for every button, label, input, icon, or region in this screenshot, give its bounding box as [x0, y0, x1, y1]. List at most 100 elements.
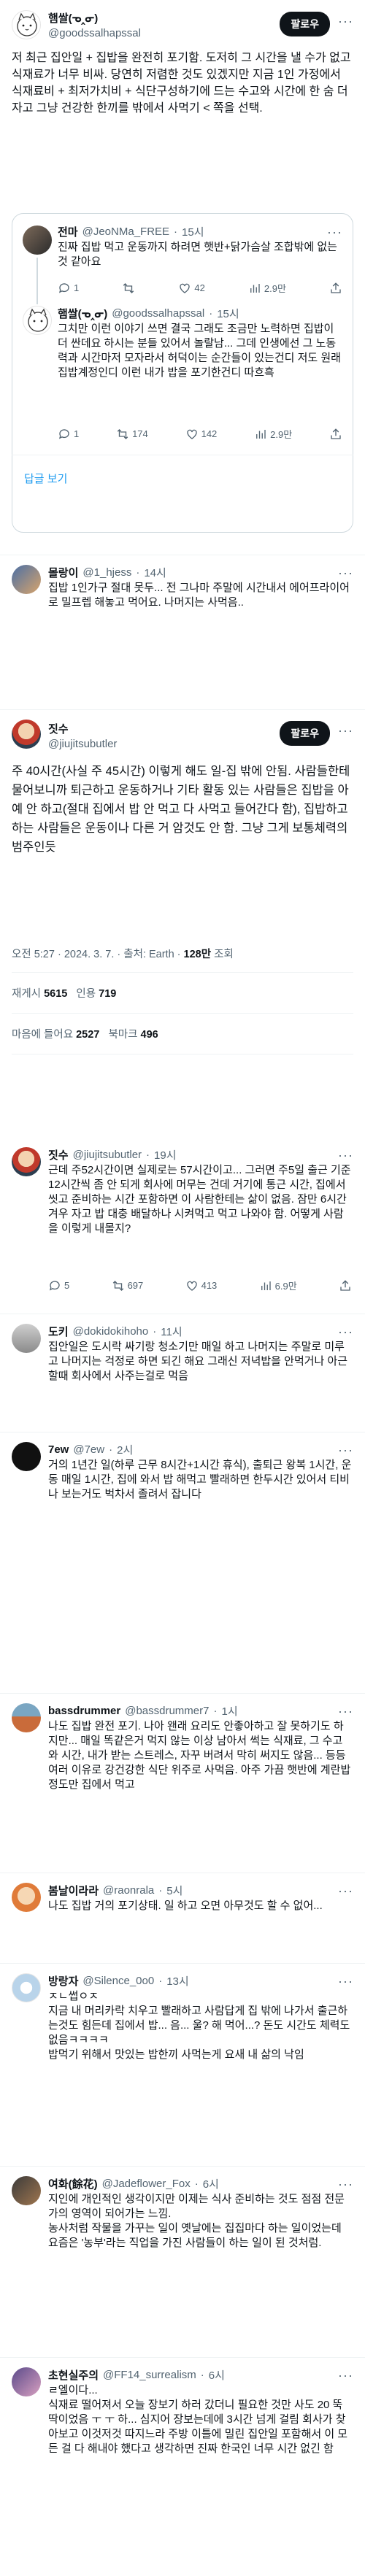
author-handle[interactable]: @FF14_surrealism: [103, 2369, 196, 2381]
author-name[interactable]: 짓수: [48, 721, 117, 736]
author-name[interactable]: 초현실주의: [48, 2367, 99, 2383]
timestamp[interactable]: 15시: [217, 306, 239, 321]
show-replies-link[interactable]: 답글 보기: [24, 471, 67, 486]
share-button[interactable]: [329, 427, 342, 441]
like-count[interactable]: 2527: [76, 1029, 99, 1041]
share-button[interactable]: [329, 281, 342, 295]
avatar[interactable]: [12, 2176, 41, 2205]
bookmark-count[interactable]: 496: [141, 1029, 158, 1041]
timestamp[interactable]: 13시: [166, 1973, 189, 1989]
repost-button[interactable]: [122, 281, 135, 295]
more-options-icon[interactable]: ···: [338, 566, 353, 579]
avatar[interactable]: [12, 720, 41, 749]
reply-tweet[interactable]: 여화(餘花) @Jadeflower_Fox · 6시 ··· 지인에 개인적인…: [0, 2167, 365, 2357]
quote-count[interactable]: 719: [99, 988, 116, 1000]
more-options-icon[interactable]: ···: [338, 15, 353, 28]
author-name[interactable]: 햄쌀(ᓀ‸ᓂ): [48, 10, 141, 26]
timestamp[interactable]: 2시: [117, 1442, 133, 1457]
like-button[interactable]: 142: [185, 427, 218, 441]
avatar[interactable]: [12, 1703, 41, 1732]
author-name[interactable]: 여화(餘花): [48, 2176, 98, 2191]
repost-button[interactable]: 174: [116, 427, 148, 441]
author-handle[interactable]: @jiujitsubutler: [48, 738, 117, 750]
timestamp[interactable]: 5시: [166, 1883, 182, 1898]
heart-icon: [186, 1281, 197, 1291]
more-options-icon[interactable]: ···: [338, 1443, 353, 1457]
author-handle[interactable]: @bassdrummer7: [125, 1705, 209, 1717]
author-handle[interactable]: @Silence_0o0: [82, 1975, 154, 1987]
more-options-icon[interactable]: ···: [338, 2369, 353, 2382]
repost-button[interactable]: 697: [112, 1279, 143, 1292]
avatar[interactable]: [12, 1973, 41, 2002]
timestamp[interactable]: 19시: [154, 1147, 177, 1162]
avatar[interactable]: [12, 10, 41, 39]
reply-tweet[interactable]: 7ew @7ew · 2시 ··· 거의 1년간 일(하루 근무 8시간+1시간…: [0, 1433, 365, 1550]
reply-button[interactable]: 1: [58, 281, 79, 295]
engagement-row-2: 마음에 들어요 2527 북마크 496: [12, 1026, 158, 1041]
reply-tweet[interactable]: 몰랑이 @1_hjess · 14시 ··· 집밥 1인가구 절대 못두... …: [0, 556, 365, 651]
author-name[interactable]: 봄날이라라: [48, 1883, 99, 1898]
timestamp[interactable]: 14시: [144, 565, 166, 580]
views-button[interactable]: 2.9만: [248, 281, 286, 295]
more-options-icon[interactable]: ···: [338, 1884, 353, 1897]
timestamp[interactable]: 11시: [161, 1324, 182, 1339]
like-button[interactable]: 42: [178, 281, 205, 295]
avatar[interactable]: [12, 1147, 41, 1176]
author-name[interactable]: 방랑자: [48, 1973, 78, 1989]
avatar[interactable]: [12, 1883, 41, 1912]
author-name[interactable]: 몰랑이: [48, 565, 78, 580]
timestamp[interactable]: 6시: [209, 2367, 225, 2383]
more-options-icon[interactable]: ···: [338, 1325, 353, 1338]
timestamp[interactable]: 1시: [221, 1703, 237, 1719]
author-handle[interactable]: @goodssalhapssal: [48, 27, 141, 39]
reply-tweet[interactable]: 봄날이라라 @raonrala · 5시 ··· 나도 집밥 거의 포기상태. …: [0, 1874, 365, 1962]
author-name[interactable]: 도키: [48, 1324, 69, 1339]
timestamp[interactable]: 6시: [203, 2176, 219, 2191]
like-button[interactable]: 413: [185, 1279, 217, 1292]
quote-text: 그치만 이런 이야기 쓰면 결국 그래도 조금만 노력하면 집밥이 더 싼데요 …: [58, 323, 345, 379]
reply-tweet[interactable]: 짓수 @jiujitsubutler · 19시 ··· 근데 주52시간이면 …: [0, 1138, 365, 1299]
follow-button[interactable]: 팔로우: [280, 12, 330, 36]
reply-tweet[interactable]: 도키 @dokidokihoho · 11시 ··· 집안일은 도시락 싸기랑 …: [0, 1315, 365, 1432]
quoted-thread-card[interactable]: 전마 @JeoNMa_FREE · 15시 ··· 진짜 집밥 먹고 운동까지 …: [12, 213, 353, 533]
timestamp[interactable]: 15시: [182, 224, 204, 239]
author-handle[interactable]: @dokidokihoho: [73, 1325, 149, 1338]
views-button[interactable]: 2.9만: [254, 427, 292, 441]
avatar[interactable]: [12, 1324, 41, 1353]
more-options-icon[interactable]: ···: [338, 1975, 353, 1988]
reply-button[interactable]: 5: [48, 1279, 69, 1292]
author-handle[interactable]: @goodssalhapssal: [112, 307, 204, 320]
repost-count[interactable]: 5615: [44, 988, 67, 1000]
share-button[interactable]: [339, 1279, 352, 1292]
author-handle[interactable]: @raonrala: [103, 1884, 154, 1897]
author-handle[interactable]: @JeoNMa_FREE: [82, 225, 169, 238]
like-count: 142: [201, 428, 218, 439]
more-options-icon[interactable]: ···: [338, 724, 353, 737]
author-name[interactable]: 짓수: [48, 1147, 69, 1162]
reply-button[interactable]: 1: [58, 427, 79, 441]
reply-icon: [49, 1280, 60, 1291]
timestamp[interactable]: 오전 5:27 · 2024. 3. 7.: [12, 949, 114, 960]
avatar[interactable]: [12, 565, 41, 594]
author-handle[interactable]: @jiujitsubutler: [73, 1149, 142, 1161]
share-icon: [331, 282, 341, 293]
avatar[interactable]: [12, 2367, 41, 2396]
author-name[interactable]: 전마: [58, 224, 78, 239]
avatar[interactable]: [23, 306, 52, 335]
reply-tweet[interactable]: 초현실주의 @FF14_surrealism · 6시 ··· ㄹ엘이다... …: [0, 2359, 365, 2576]
author-name[interactable]: 7ew: [48, 1443, 69, 1456]
more-options-icon[interactable]: ···: [338, 1705, 353, 1718]
avatar[interactable]: [12, 1442, 41, 1471]
reply-tweet[interactable]: 방랑자 @Silence_0o0 · 13시 ··· ㅈㄴ썹ㅇㅈ 지금 내 머리…: [0, 1964, 365, 2125]
author-handle[interactable]: @1_hjess: [82, 566, 131, 579]
more-options-icon[interactable]: ···: [327, 225, 342, 239]
views-button[interactable]: 6.9만: [259, 1279, 297, 1292]
author-name[interactable]: 햄쌀(ᓀ‸ᓂ): [58, 306, 107, 321]
avatar[interactable]: [23, 225, 52, 255]
author-handle[interactable]: @7ew: [73, 1443, 104, 1456]
author-name[interactable]: bassdrummer: [48, 1705, 120, 1717]
more-options-icon[interactable]: ···: [338, 1149, 353, 1162]
more-options-icon[interactable]: ···: [338, 2178, 353, 2191]
follow-button[interactable]: 팔로우: [280, 721, 330, 746]
author-handle[interactable]: @Jadeflower_Fox: [102, 2178, 191, 2190]
